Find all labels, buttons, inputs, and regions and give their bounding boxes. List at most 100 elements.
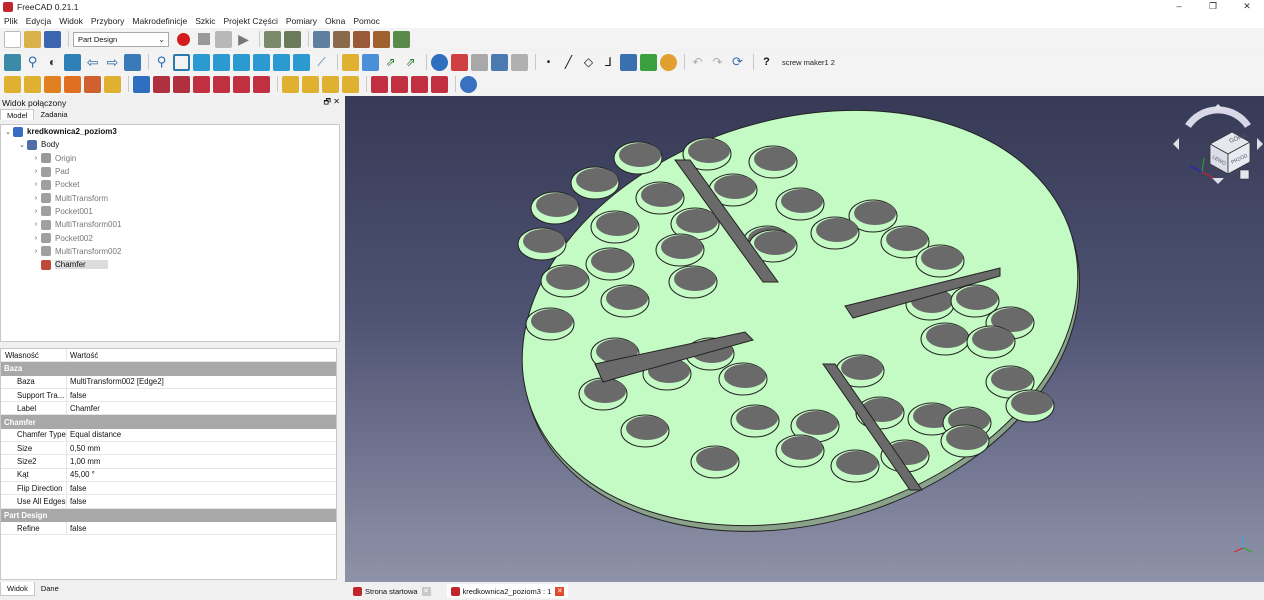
tree-item[interactable]: ⌄ kredkownica2_poziom3: [1, 125, 339, 138]
fastener-icon-5[interactable]: [393, 30, 410, 48]
close-tab-icon[interactable]: ✕: [555, 586, 565, 596]
menu-plik[interactable]: Plik: [4, 16, 18, 26]
screw-maker-macro-label[interactable]: screw maker1 2: [782, 58, 835, 67]
validate-sketch-icon[interactable]: [491, 53, 508, 71]
property-group[interactable]: Part Design: [1, 508, 336, 522]
attach-sketch-icon[interactable]: [471, 53, 488, 71]
datum-point-icon[interactable]: •: [540, 54, 557, 71]
tab-dane[interactable]: Dane: [35, 582, 65, 596]
group-folder-icon[interactable]: [362, 53, 379, 71]
whats-this-icon[interactable]: ?: [758, 54, 775, 71]
back-arrow-icon[interactable]: ⇦: [84, 54, 101, 71]
subtractive-pipe-icon[interactable]: [213, 75, 230, 93]
tree-item[interactable]: › Pocket002: [1, 231, 339, 244]
stop-macro-icon[interactable]: [195, 31, 212, 48]
tree-expander-icon[interactable]: ›: [31, 181, 41, 188]
property-value[interactable]: false: [67, 524, 86, 533]
pocket-icon[interactable]: [133, 75, 150, 93]
sync-view-icon[interactable]: [124, 53, 141, 71]
refresh-icon[interactable]: ⟳: [729, 54, 746, 71]
measure-icon[interactable]: ⟋: [313, 54, 330, 71]
fastener-icon-3[interactable]: [353, 30, 370, 48]
part-icon[interactable]: [342, 53, 359, 71]
thickness-icon[interactable]: [431, 75, 448, 93]
property-value[interactable]: Equal distance: [67, 430, 121, 439]
chamfer-icon[interactable]: [391, 75, 408, 93]
tree-item[interactable]: › MultiTransform002: [1, 245, 339, 258]
menu-pomiary[interactable]: Pomiary: [286, 16, 317, 26]
part-top-face[interactable]: [470, 96, 1130, 582]
bottom-view-icon[interactable]: [273, 53, 290, 71]
property-row[interactable]: Label Chamfer: [1, 402, 336, 416]
revolution-icon[interactable]: [24, 75, 41, 93]
front-view-icon[interactable]: [193, 53, 210, 71]
fit-selection-icon[interactable]: ⚲: [24, 54, 41, 71]
helix-icon[interactable]: [84, 75, 101, 93]
hole-icon[interactable]: [153, 75, 170, 93]
rear-view-icon[interactable]: [253, 53, 270, 71]
subtractive-primitive-icon[interactable]: [253, 75, 270, 93]
fastener-icon-4[interactable]: [373, 30, 390, 48]
datum-line-icon[interactable]: ╱: [560, 54, 577, 71]
tree-item[interactable]: › MultiTransform: [1, 191, 339, 204]
property-row[interactable]: Flip Direction false: [1, 481, 336, 496]
forward-arrow-icon[interactable]: ⇨: [104, 54, 121, 71]
menu-widok[interactable]: Widok: [59, 16, 83, 26]
right-view-icon[interactable]: [233, 53, 250, 71]
new-sketch-icon[interactable]: [451, 53, 468, 71]
pad-icon[interactable]: [4, 75, 21, 93]
navcube-arrow-down-icon[interactable]: [1212, 178, 1224, 184]
loft-icon[interactable]: [44, 75, 61, 93]
menu-okna[interactable]: Okna: [325, 16, 345, 26]
screw-maker-icon-2[interactable]: [284, 30, 301, 48]
property-value[interactable]: false: [67, 497, 86, 506]
orbit-ring[interactable]: [1185, 106, 1251, 129]
property-row[interactable]: Kąt 45,00 °: [1, 468, 336, 482]
property-value[interactable]: 45,00 °: [67, 470, 95, 479]
clone-shape-icon[interactable]: [660, 53, 677, 71]
groove-icon[interactable]: [173, 75, 190, 93]
menu-makrodefinicje[interactable]: Makrodefinicje: [132, 16, 187, 26]
linear-pattern-icon[interactable]: [302, 75, 319, 93]
property-row[interactable]: Refine false: [1, 521, 336, 536]
tree-item[interactable]: ⌄ Body: [1, 138, 339, 151]
tree-item[interactable]: › Origin: [1, 152, 339, 165]
draw-style-icon[interactable]: ◐: [44, 54, 61, 71]
clone-icon[interactable]: [511, 53, 528, 71]
document-tab[interactable]: kredkownica2_poziom3 : 1 ✕: [446, 584, 569, 598]
property-row[interactable]: Size2 1,00 mm: [1, 455, 336, 469]
close-window-button[interactable]: ✕: [1230, 0, 1264, 14]
undo-icon[interactable]: ↶: [689, 54, 706, 71]
stereo-icon[interactable]: [64, 53, 81, 71]
property-group[interactable]: Chamfer: [1, 415, 336, 429]
menu-przybory[interactable]: Przybory: [91, 16, 125, 26]
draft-icon[interactable]: [411, 75, 428, 93]
maximize-button[interactable]: ❐: [1196, 0, 1230, 14]
property-row[interactable]: Baza MultiTransform002 [Edge2]: [1, 375, 336, 389]
menu-edycja[interactable]: Edycja: [26, 16, 52, 26]
polar-pattern-icon[interactable]: [322, 75, 339, 93]
new-file-icon[interactable]: [4, 30, 21, 48]
save-icon[interactable]: [44, 30, 61, 48]
local-cs-icon[interactable]: ⅃: [600, 54, 617, 71]
boolean-icon[interactable]: [460, 75, 477, 93]
top-view-icon[interactable]: [213, 53, 230, 71]
tree-item[interactable]: › MultiTransform001: [1, 218, 339, 231]
3d-model-canvas[interactable]: GÓRA LEWO PRZÓD: [345, 96, 1264, 582]
minimize-button[interactable]: –: [1162, 0, 1196, 14]
tree-expander-icon[interactable]: ›: [31, 155, 41, 162]
mirrored-icon[interactable]: [282, 75, 299, 93]
property-value[interactable]: 0,50 mm: [67, 444, 100, 453]
zoom-icon[interactable]: ⚲: [153, 54, 170, 71]
navigation-cube[interactable]: GÓRA LEWO PRZÓD: [1173, 104, 1263, 184]
subtractive-loft-icon[interactable]: [193, 75, 210, 93]
property-value[interactable]: Chamfer: [67, 404, 100, 413]
multitransform-icon[interactable]: [342, 75, 359, 93]
property-row[interactable]: Use All Edges false: [1, 495, 336, 509]
tree-expander-icon[interactable]: ⌄: [17, 141, 27, 149]
tab-zadania[interactable]: Zadania: [34, 109, 73, 120]
3d-viewport[interactable]: GÓRA LEWO PRZÓD: [345, 96, 1264, 582]
navcube-arrow-left-icon[interactable]: [1173, 138, 1179, 150]
tree-expander-icon[interactable]: ›: [31, 208, 41, 215]
left-view-icon[interactable]: [293, 53, 310, 71]
